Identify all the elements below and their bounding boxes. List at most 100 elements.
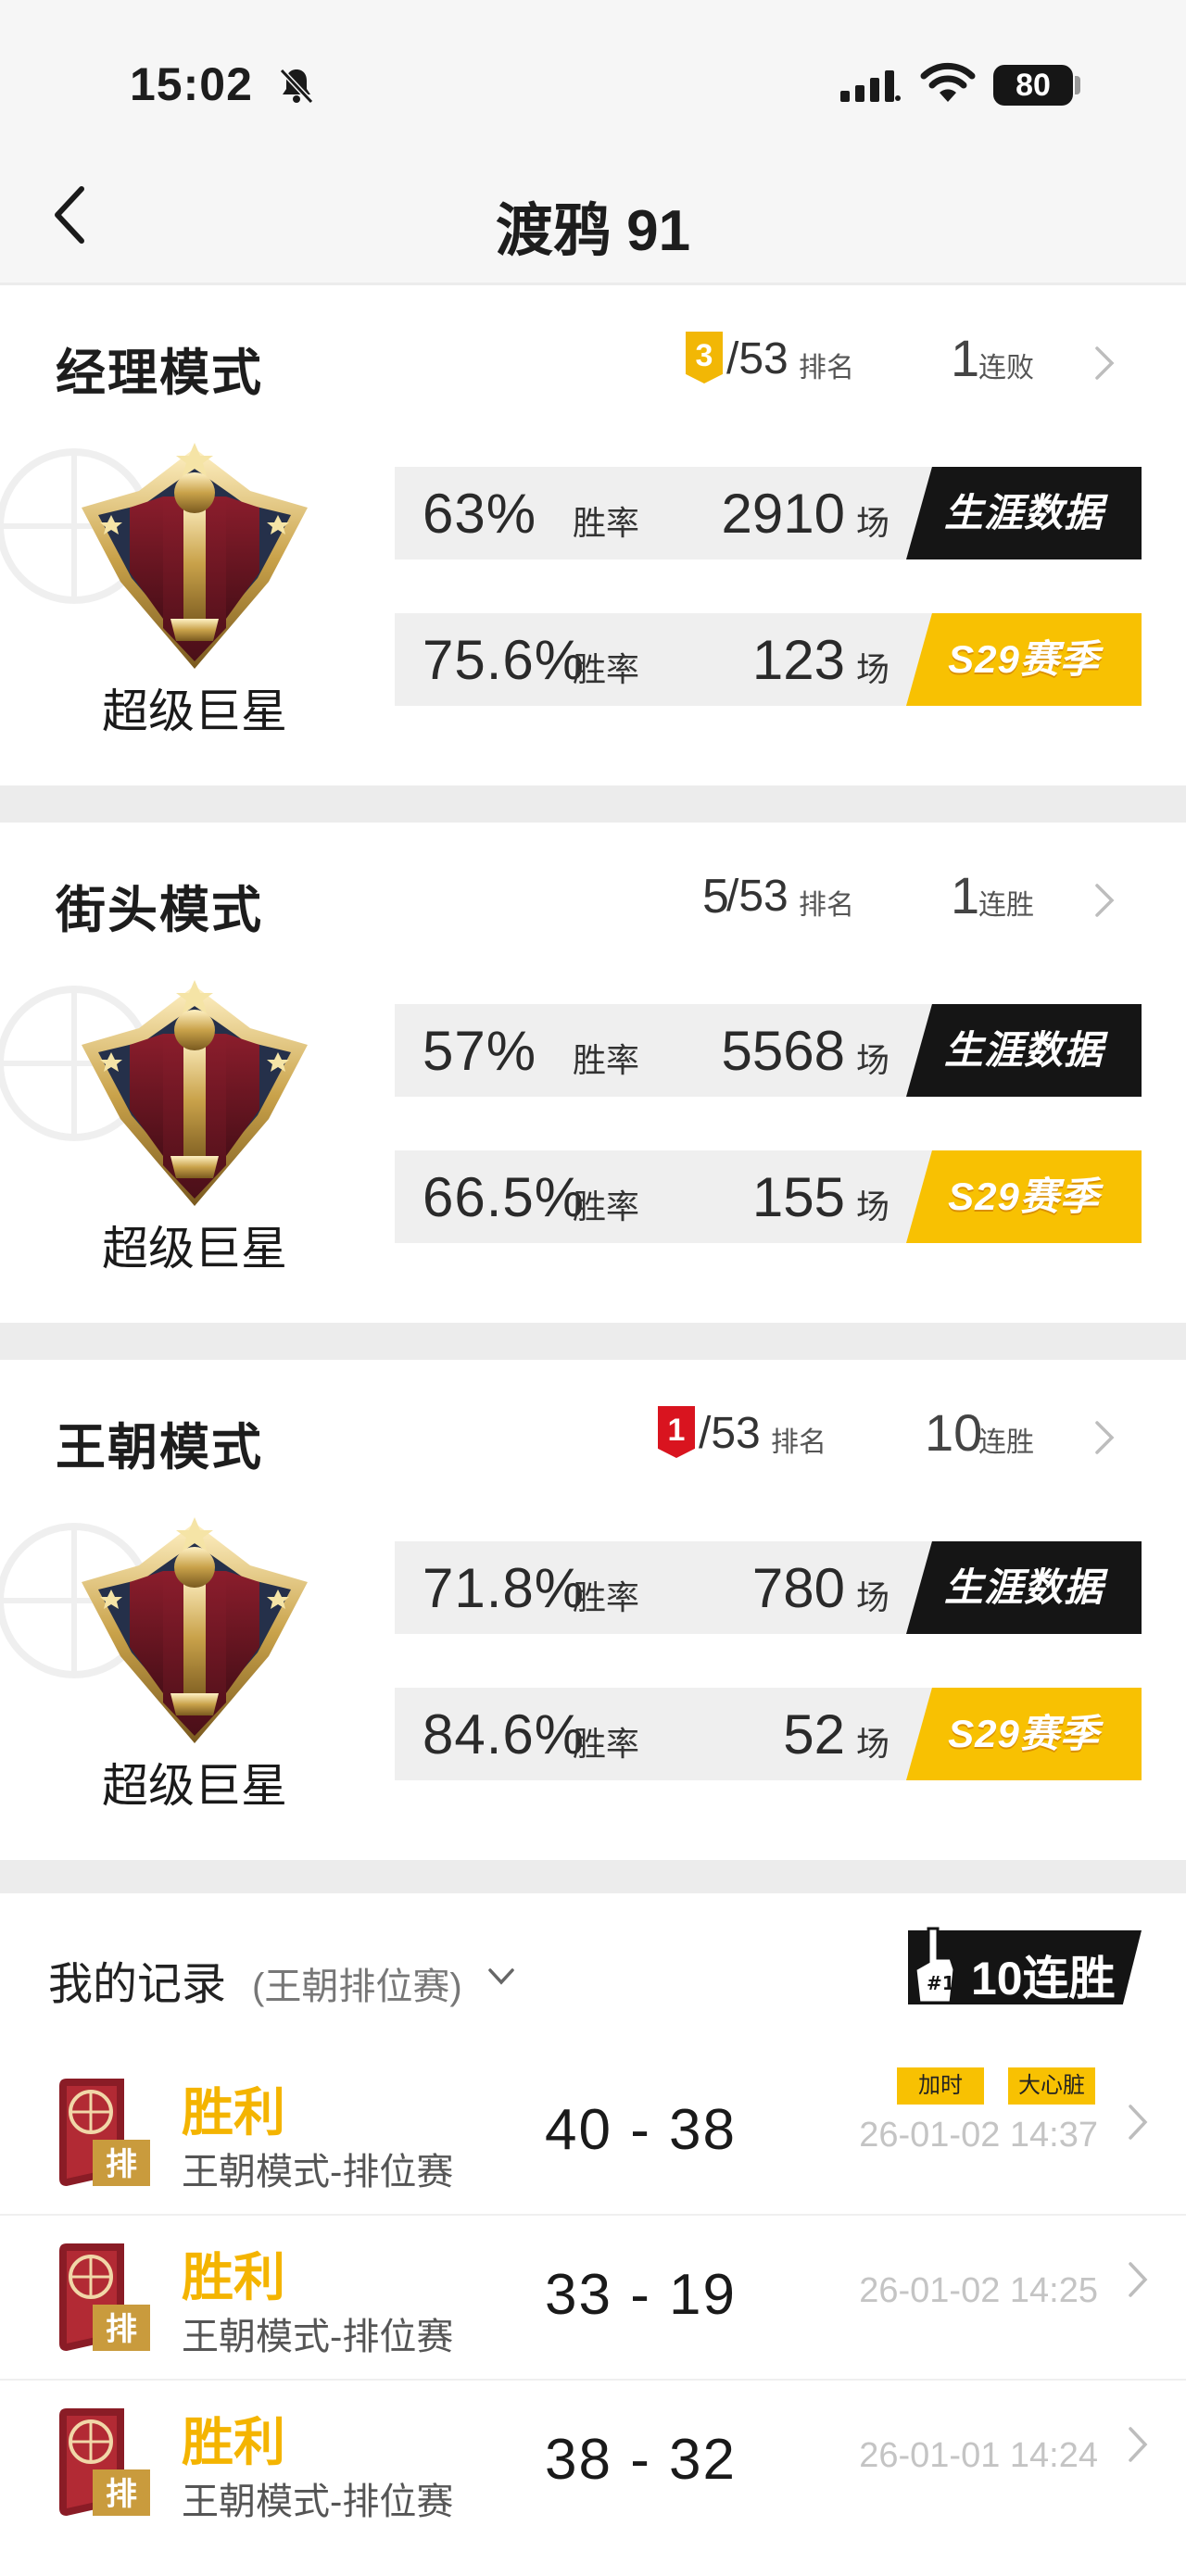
match-date: 26-01-02 14:25 xyxy=(859,2271,1098,2310)
rank-badge: 1 xyxy=(658,1406,695,1458)
win-rate-label: 胜率 xyxy=(573,504,640,542)
tag-label: 生涯数据 xyxy=(943,491,1104,534)
record-row[interactable]: 排 胜利王朝模式-排位赛 33 - 19 26-01-02 14:25 xyxy=(0,2214,1186,2379)
ranked-label: 排 xyxy=(106,2311,137,2348)
chevron-right-icon[interactable] xyxy=(1127,2260,1149,2299)
ranked-label: 排 xyxy=(106,2146,137,2183)
match-mode: 王朝模式-排位赛 xyxy=(182,2482,454,2522)
games-played: 2910 xyxy=(721,483,845,545)
streak-count: 10 xyxy=(925,1403,983,1462)
ranked-label: 排 xyxy=(106,2476,137,2513)
match-result: 胜利 xyxy=(182,2248,285,2306)
mode-title: 街头模式 xyxy=(56,883,263,938)
match-score: 33 - 19 xyxy=(545,2263,738,2327)
records-filter-label[interactable]: (王朝排位赛) xyxy=(252,1956,462,2010)
career-data-tag[interactable]: 生涯数据 xyxy=(906,467,1142,559)
rank-badge: 3 xyxy=(686,332,723,383)
mode-card: 王朝模式 1/53 排名 10 连胜 超级巨星 71.8% 胜率 780 场 生涯数据 … xyxy=(0,1360,1186,1860)
win-rate: 66.5% xyxy=(423,1166,586,1228)
win-rate-label: 胜率 xyxy=(573,1041,640,1079)
games-played: 155 xyxy=(751,1166,845,1228)
tag-label: S29赛季 xyxy=(948,637,1100,681)
tag-label: S29赛季 xyxy=(948,1712,1100,1755)
chevron-right-icon[interactable] xyxy=(1093,1419,1116,1456)
win-rate: 63% xyxy=(423,483,537,545)
match-score: 40 - 38 xyxy=(545,2098,738,2162)
match-result: 胜利 xyxy=(182,2083,285,2142)
tag-label: S29赛季 xyxy=(948,1175,1100,1218)
record-row[interactable]: 排 胜利王朝模式-排位赛 40 - 38 26-01-02 14:37 加时 大心脏 xyxy=(0,2049,1186,2214)
match-tag: 加时 xyxy=(897,2067,984,2105)
tier-emblem-icon xyxy=(82,980,308,1206)
mode-title: 经理模式 xyxy=(56,346,263,401)
chevron-right-icon[interactable] xyxy=(1093,345,1116,382)
tag-label: 生涯数据 xyxy=(943,1028,1104,1072)
rank-label: 排名 xyxy=(799,353,854,383)
match-date: 26-01-01 14:24 xyxy=(859,2436,1098,2475)
rank-total: /53 xyxy=(699,1409,761,1458)
record-row[interactable]: 排 胜利王朝模式-排位赛 38 - 32 26-01-01 14:24 xyxy=(0,2379,1186,2544)
career-data-tag[interactable]: 生涯数据 xyxy=(906,1004,1142,1097)
streak-label: 连胜 xyxy=(978,890,1034,921)
streak-label: 连胜 xyxy=(978,1427,1034,1458)
status-time: 15:02 xyxy=(130,58,253,110)
games-label: 场 xyxy=(856,1578,890,1616)
streak-label: 连败 xyxy=(978,353,1034,383)
match-score: 38 - 32 xyxy=(545,2428,738,2492)
match-result: 胜利 xyxy=(182,2413,285,2471)
rank-label: 排名 xyxy=(771,1427,826,1458)
match-mode: 王朝模式-排位赛 xyxy=(182,2152,454,2193)
games-played: 123 xyxy=(751,629,845,691)
games-played: 52 xyxy=(783,1703,845,1766)
win-streak-text: 10连胜 xyxy=(971,1953,1116,2004)
chevron-right-icon[interactable] xyxy=(1093,882,1116,919)
streak-count: 1 xyxy=(951,866,980,924)
mute-bell-icon xyxy=(279,68,314,105)
games-label: 场 xyxy=(856,1187,890,1225)
games-label: 场 xyxy=(856,650,890,688)
streak-count: 1 xyxy=(951,329,980,387)
ranked-match-icon: 排 xyxy=(59,2079,150,2186)
row-divider xyxy=(0,2379,1186,2381)
match-date: 26-01-02 14:37 xyxy=(859,2116,1098,2155)
games-label: 场 xyxy=(856,1725,890,1763)
tier-name: 超级巨星 xyxy=(102,1223,287,1275)
match-mode: 王朝模式-排位赛 xyxy=(182,2317,454,2357)
career-data-tag[interactable]: 生涯数据 xyxy=(906,1541,1142,1634)
mode-card: 街头模式 5/53 排名 1 连胜 超级巨星 57% 胜率 5568 场 生涯数据 66… xyxy=(0,823,1186,1323)
win-rate-label: 胜率 xyxy=(573,1578,640,1616)
cellular-signal-icon xyxy=(840,70,901,102)
win-rate-label: 胜率 xyxy=(573,1187,640,1225)
chevron-right-icon[interactable] xyxy=(1127,2103,1149,2142)
win-rate: 57% xyxy=(423,1020,537,1082)
match-tag: 大心脏 xyxy=(1008,2067,1095,2105)
chevron-right-icon[interactable] xyxy=(1127,2425,1149,2464)
row-divider xyxy=(0,2214,1186,2216)
chevron-down-icon[interactable] xyxy=(487,1967,515,1986)
wifi-icon xyxy=(920,62,976,102)
rank-number: 5 xyxy=(702,870,729,924)
season-tag[interactable]: S29赛季 xyxy=(906,613,1142,706)
battery-tip xyxy=(1075,76,1080,94)
page-title: 渡鸦 91 xyxy=(495,199,691,263)
mode-title: 王朝模式 xyxy=(56,1420,263,1476)
records-title: 我的记录 xyxy=(48,1960,227,2009)
win-rate: 75.6% xyxy=(423,629,586,691)
mode-card: 经理模式 3/53 排名 1 连败 超级巨星 63% 胜率 2910 场 生涯数据 75… xyxy=(0,285,1186,785)
ranked-match-icon: 排 xyxy=(59,2243,150,2351)
tier-name: 超级巨星 xyxy=(102,1760,287,1812)
rank-label: 排名 xyxy=(799,890,854,921)
season-tag[interactable]: S29赛季 xyxy=(906,1150,1142,1243)
win-rate-label: 胜率 xyxy=(573,650,640,688)
tag-label: 生涯数据 xyxy=(943,1565,1104,1609)
foam-finger-icon: #1 xyxy=(914,1927,956,2004)
win-rate: 71.8% xyxy=(423,1557,586,1619)
tier-emblem-icon xyxy=(82,443,308,669)
win-rate: 84.6% xyxy=(423,1703,586,1766)
rank-total: /53 xyxy=(726,872,789,921)
battery-indicator: 80 xyxy=(993,65,1073,106)
season-tag[interactable]: S29赛季 xyxy=(906,1688,1142,1780)
rank-total: /53 xyxy=(726,334,789,383)
tier-emblem-icon xyxy=(82,1517,308,1743)
games-label: 场 xyxy=(856,1041,890,1079)
